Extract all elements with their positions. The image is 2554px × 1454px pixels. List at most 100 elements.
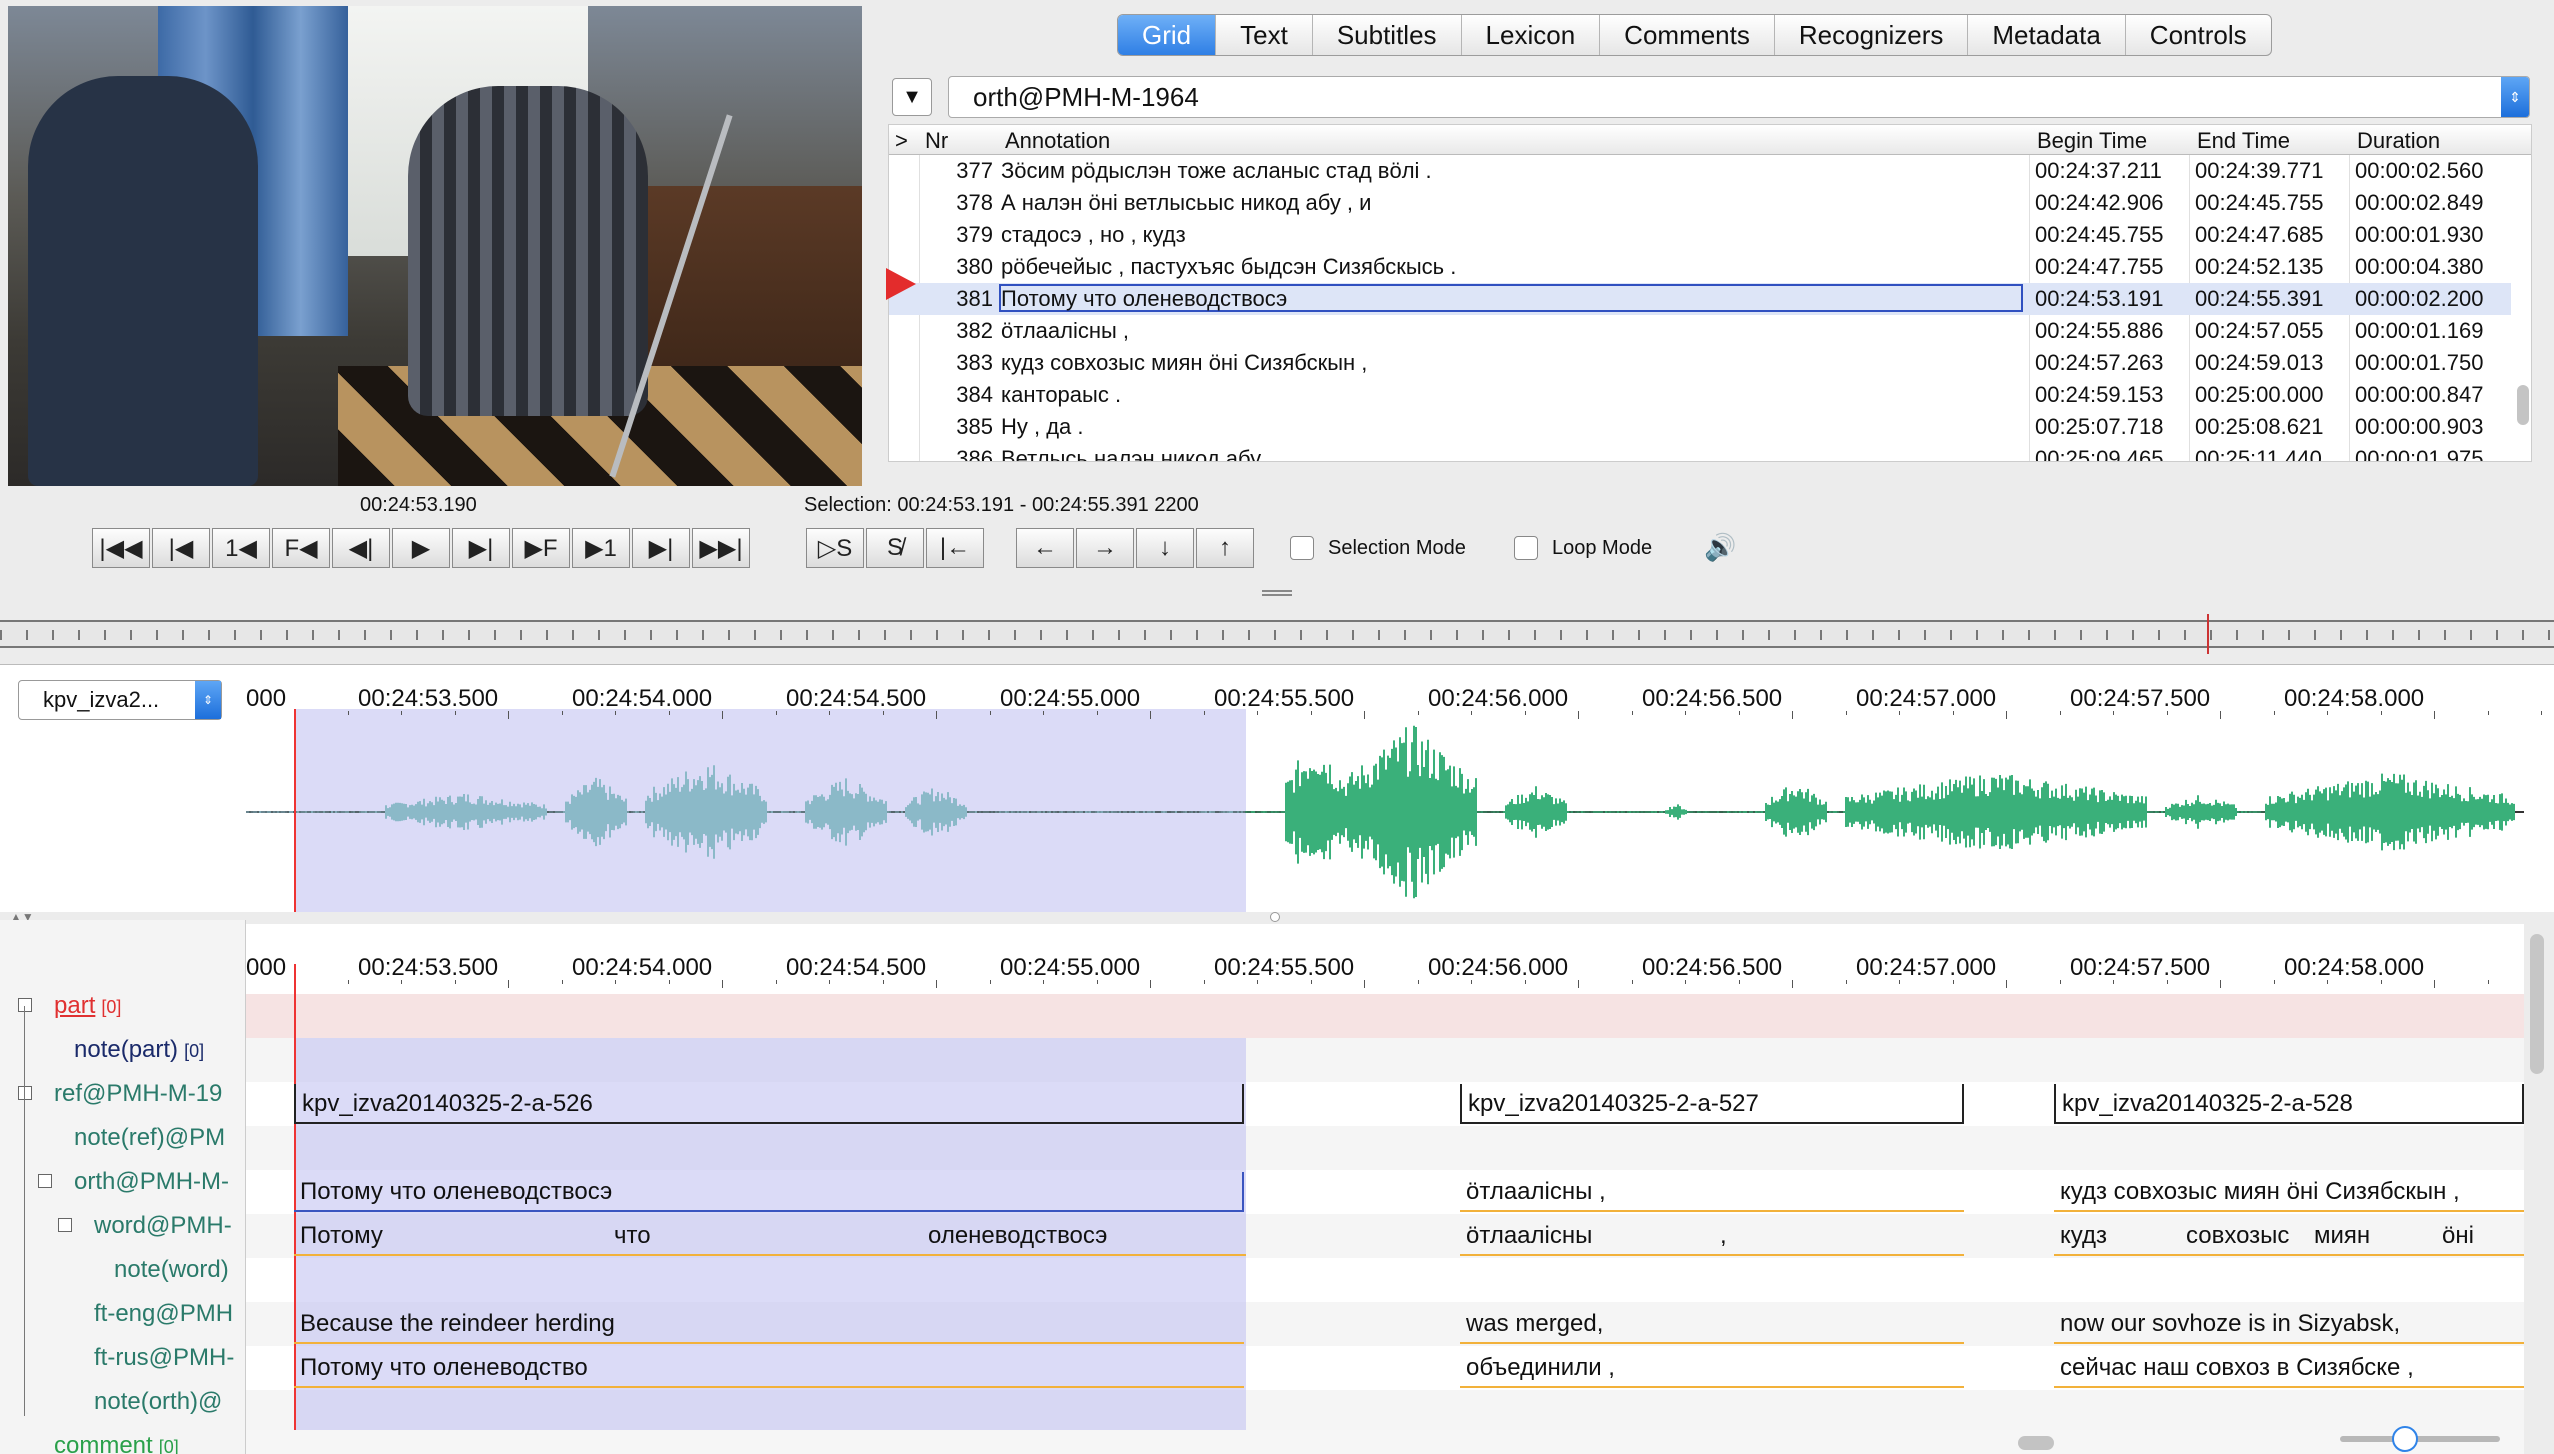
table-row[interactable]: 377 Зӧсим рӧдыслэн тоже асланыс стад вӧлі… (889, 155, 2511, 187)
arrow-nav-button[interactable]: ← (1016, 528, 1074, 568)
tab-metadata[interactable]: Metadata (1968, 15, 2126, 55)
annotation-word[interactable]: что (608, 1216, 922, 1256)
zoom-slider[interactable] (2340, 1436, 2500, 1442)
row-annotation[interactable]: Ветлысь налэн никод абу (1001, 446, 1261, 461)
tier-name[interactable]: part [0] (54, 992, 121, 1020)
annotation-orth[interactable]: кудз совхозыс миян ӧні Сизябскын , (2054, 1172, 2524, 1212)
transport-button[interactable]: ▶ (392, 528, 450, 568)
annotation-word[interactable]: ӧтлаалісны (1460, 1216, 1714, 1256)
expand-toggle-icon[interactable] (38, 1174, 52, 1188)
playhead-cursor[interactable] (294, 709, 296, 915)
arrow-nav-button[interactable]: ↓ (1136, 528, 1194, 568)
tier-name[interactable]: note(orth)@ (94, 1388, 228, 1416)
tier-select[interactable]: orth@PMH-M-1964 ⇕ (948, 76, 2530, 118)
tab-subtitles[interactable]: Subtitles (1313, 15, 1462, 55)
tab-lexicon[interactable]: Lexicon (1462, 15, 1601, 55)
annotation-word[interactable]: кудз (2054, 1216, 2180, 1256)
expand-toggle-icon[interactable] (18, 1086, 32, 1100)
transport-button[interactable]: ▶▶| (692, 528, 750, 568)
transport-button[interactable]: |◀ (152, 528, 210, 568)
arrow-nav-button[interactable]: → (1076, 528, 1134, 568)
annotation-eng[interactable]: now our sovhoze is in Sizyabsk, (2054, 1304, 2524, 1344)
col-nr[interactable]: Nr (925, 128, 948, 154)
annotation-rus[interactable]: Потому что оленеводство (294, 1348, 1244, 1388)
tab-controls[interactable]: Controls (2126, 15, 2271, 55)
selection-tool-button[interactable]: S̸ (866, 528, 924, 568)
table-row[interactable]: 380 рӧбечейыс , пастухъяс быдсэн Сизябскы… (889, 251, 2511, 283)
panel-divider[interactable]: ▲▼ (0, 910, 2554, 924)
row-annotation[interactable]: канторaыс . (1001, 382, 1121, 408)
table-row[interactable]: 381 Потому что оленеводствосэ 00:24:53.191… (889, 283, 2511, 315)
waveform-track-select[interactable]: kpv_izva2... ⇕ (18, 680, 222, 720)
col-annotation[interactable]: Annotation (1005, 128, 1110, 154)
transport-button[interactable]: ▶1 (572, 528, 630, 568)
annotation-grid[interactable]: > Nr Annotation Begin Time End Time Dura… (888, 124, 2532, 462)
expand-toggle-icon[interactable] (58, 1218, 72, 1232)
annotation-ref[interactable]: kpv_izva20140325-2-a-528 (2054, 1084, 2524, 1124)
annotation-word[interactable]: ӧні (2436, 1216, 2524, 1256)
selection-mode-checkbox[interactable] (1290, 536, 1314, 560)
transport-button[interactable]: ▶| (632, 528, 690, 568)
overview-cursor[interactable] (2207, 614, 2209, 654)
transport-button[interactable]: F◀ (272, 528, 330, 568)
annotation-orth[interactable]: Потому что оленеводствосэ (294, 1172, 1244, 1212)
transport-button[interactable]: ▶| (452, 528, 510, 568)
col-begin-time[interactable]: Begin Time (2037, 128, 2147, 154)
arrow-nav-button[interactable]: ↑ (1196, 528, 1254, 568)
tier-name[interactable]: ft-rus@PMH- (94, 1344, 240, 1372)
col-duration[interactable]: Duration (2357, 128, 2440, 154)
tier-menu-button[interactable]: ▼ (892, 78, 932, 116)
tab-text[interactable]: Text (1216, 15, 1313, 55)
annotation-word[interactable]: совхозыс (2180, 1216, 2308, 1256)
transport-button[interactable]: |◀◀ (92, 528, 150, 568)
table-row[interactable]: 378 А налэн ӧні ветлысьыс никод абу , и 00… (889, 187, 2511, 219)
tier-name[interactable]: ref@PMH-M-19 (54, 1080, 228, 1108)
row-annotation[interactable]: ӧтлаалісны , (1001, 318, 1129, 344)
table-row[interactable]: 384 канторaыс . 00:24:59.153 00:25:00.000 00… (889, 379, 2511, 411)
selection-tool-button[interactable]: |← (926, 528, 984, 568)
selection-tool-button[interactable]: ▷S (806, 528, 864, 568)
grid-scrollbar[interactable] (2517, 385, 2529, 425)
timeline-overview[interactable] (0, 614, 2554, 654)
tier-name[interactable]: ft-eng@PMH (94, 1300, 239, 1328)
tier-horizontal-scrollbar[interactable] (246, 1430, 2524, 1454)
col-end-time[interactable]: End Time (2197, 128, 2290, 154)
waveform-panel[interactable]: 000 00:24:53.500 00:24:54.000 00:24:54.500 0… (0, 664, 2554, 915)
transport-button[interactable]: ◀| (332, 528, 390, 568)
annotation-word[interactable]: оленеводствосэ (922, 1216, 1246, 1256)
transport-button[interactable]: ▶F (512, 528, 570, 568)
annotation-orth[interactable]: ӧтлаалісны , (1460, 1172, 1964, 1212)
table-row[interactable]: 383 кудз совхозыс миян ӧні Сизябскын , 00:… (889, 347, 2511, 379)
annotation-rus[interactable]: сейчас наш совхоз в Сизябске , (2054, 1348, 2524, 1388)
zoom-slider-knob[interactable] (2392, 1426, 2418, 1452)
expand-toggle-icon[interactable] (18, 998, 32, 1012)
tier-name[interactable]: comment [0] (54, 1432, 179, 1454)
table-row[interactable]: 385 Ну , да . 00:25:07.718 00:25:08.621 00:0… (889, 411, 2511, 443)
row-annotation[interactable]: Зӧсим рӧдыслэн тоже асланыс стад вӧлі . (1001, 158, 1432, 184)
transport-button[interactable]: 1◀ (212, 528, 270, 568)
annotation-word[interactable]: миян (2308, 1216, 2436, 1256)
table-row[interactable]: 386 Ветлысь налэн никод абу 00:25:09.465 00… (889, 443, 2511, 461)
tab-recognizers[interactable]: Recognizers (1775, 15, 1969, 55)
row-annotation[interactable]: Потому что оленеводствосэ (1001, 286, 1287, 312)
tier-name[interactable]: note(word) (114, 1256, 235, 1284)
row-annotation[interactable]: рӧбечейыс , пастухъяс быдсэн Сизябскысь … (1001, 254, 1456, 280)
tier-timeline[interactable]: 000 00:24:53.500 00:24:54.000 00:24:54.500 0… (246, 924, 2542, 1448)
row-annotation[interactable]: А налэн ӧні ветлысьыс никод абу , и (1001, 190, 1371, 216)
row-annotation[interactable]: кудз совхозыс миян ӧні Сизябскын , (1001, 350, 1367, 376)
waveform[interactable] (246, 709, 2524, 915)
annotation-eng[interactable]: Because the reindeer herding (294, 1304, 1244, 1344)
tab-grid[interactable]: Grid (1118, 15, 1217, 55)
volume-icon[interactable]: 🔊 (1704, 532, 1736, 563)
video-player[interactable] (8, 6, 862, 486)
annotation-rus[interactable]: объединили , (1460, 1348, 1964, 1388)
table-row[interactable]: 382 ӧтлаалісны , 00:24:55.886 00:24:57.055 0… (889, 315, 2511, 347)
annotation-word[interactable]: , (1714, 1216, 1964, 1256)
loop-mode-checkbox[interactable] (1514, 536, 1538, 560)
row-annotation[interactable]: стадосэ , но , кудз (1001, 222, 1186, 248)
annotation-ref[interactable]: kpv_izva20140325-2-a-527 (1460, 1084, 1964, 1124)
tab-comments[interactable]: Comments (1600, 15, 1775, 55)
tier-name[interactable]: orth@PMH-M- (74, 1168, 235, 1196)
tier-vertical-scrollbar[interactable] (2530, 934, 2544, 1074)
tier-name[interactable]: note(ref)@PM (74, 1124, 231, 1152)
